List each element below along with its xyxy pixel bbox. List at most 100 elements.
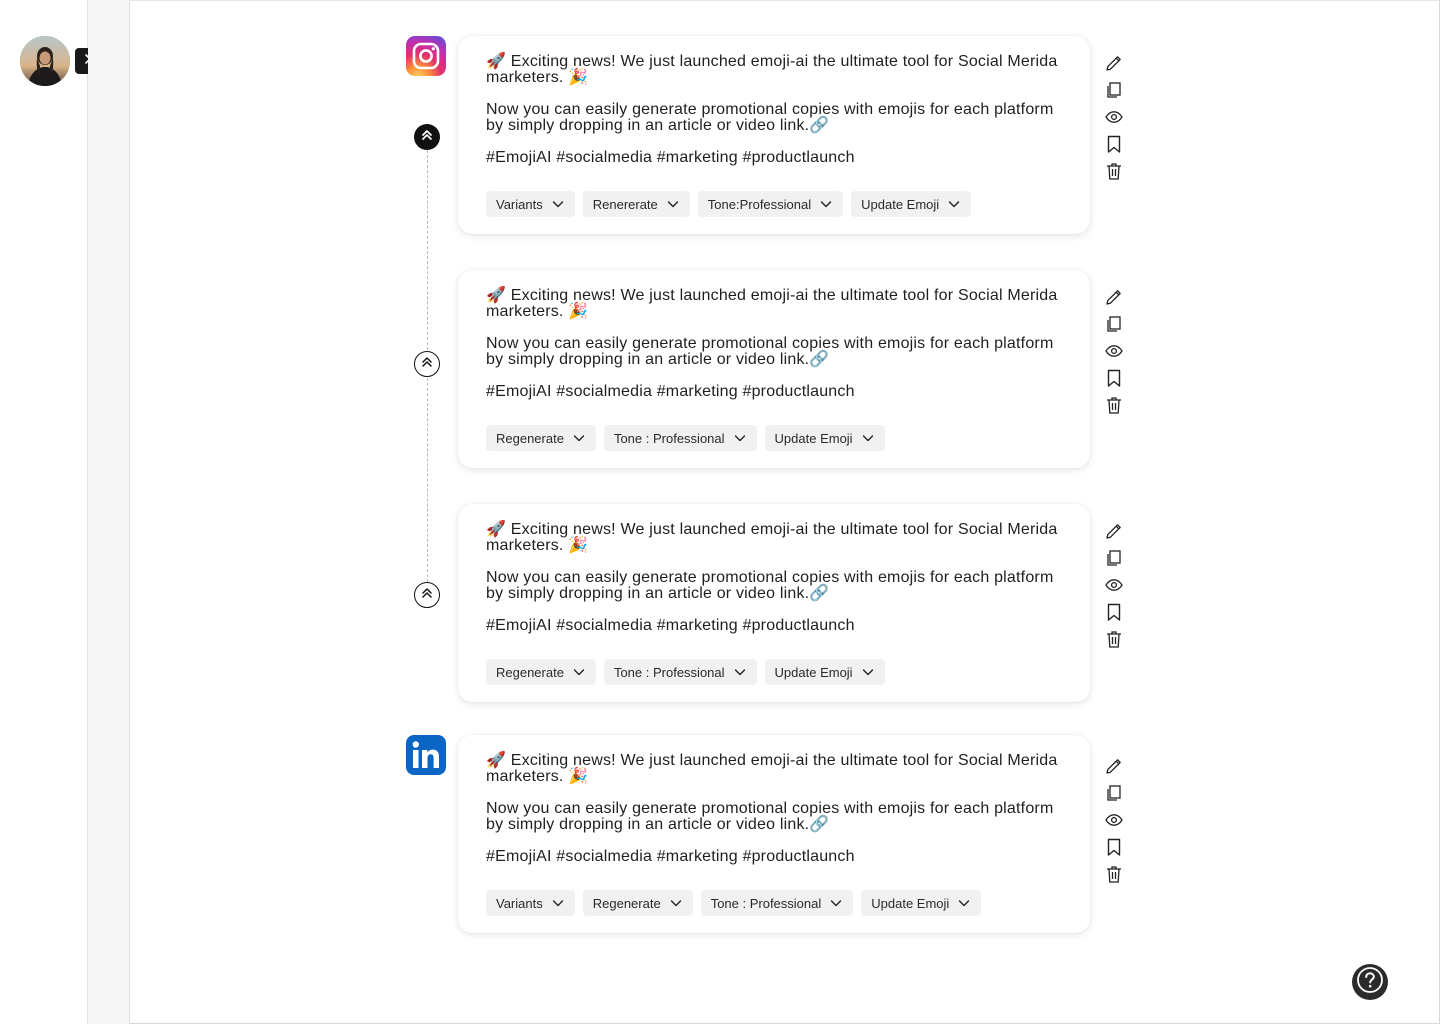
linkedin-icon xyxy=(406,735,446,775)
copy-button[interactable] xyxy=(1103,547,1125,569)
copy-icon xyxy=(1107,316,1121,332)
pencil-icon xyxy=(1106,524,1121,539)
preview-button[interactable] xyxy=(1103,809,1125,831)
delete-button[interactable] xyxy=(1103,628,1125,650)
trash-icon xyxy=(1107,631,1121,648)
trash-icon xyxy=(1107,866,1121,883)
help-button[interactable] xyxy=(1352,964,1388,1000)
bookmark-button[interactable] xyxy=(1103,133,1125,155)
preview-button[interactable] xyxy=(1103,340,1125,362)
update-emoji-dropdown[interactable]: Update Emoji xyxy=(764,425,885,451)
regenerate-dropdown[interactable]: Regenerate xyxy=(486,659,596,685)
chevron-down-icon xyxy=(948,201,960,208)
bookmark-button[interactable] xyxy=(1103,601,1125,623)
instagram-icon xyxy=(406,36,446,76)
delete-button[interactable] xyxy=(1103,863,1125,885)
collapse-variant-button[interactable] xyxy=(414,582,440,608)
regenerate-dropdown[interactable]: Regenerate xyxy=(582,890,693,916)
chevron-down-icon xyxy=(734,669,745,676)
regenerate-dropdown[interactable]: Renererate xyxy=(582,191,690,217)
tone-dropdown[interactable]: Tone:Professional xyxy=(697,191,844,217)
eye-icon xyxy=(1105,111,1123,123)
delete-button[interactable] xyxy=(1103,160,1125,182)
regenerate-dropdown[interactable]: Regenerate xyxy=(486,425,596,451)
post-actions xyxy=(1103,520,1125,655)
chevron-down-icon xyxy=(734,435,745,442)
post-card: 🚀 Exciting news! We just launched emoji-… xyxy=(458,36,1090,234)
avatar[interactable] xyxy=(20,36,70,86)
chevron-down-icon xyxy=(667,201,678,208)
chevron-down-icon xyxy=(831,900,842,907)
sidebar xyxy=(0,0,101,1024)
chevron-down-icon xyxy=(573,669,585,676)
timeline-connector xyxy=(427,150,428,350)
bookmark-button[interactable] xyxy=(1103,836,1125,858)
trash-icon xyxy=(1107,163,1121,180)
chip-label: Tone : Professional xyxy=(710,895,822,911)
variants-dropdown[interactable]: Variants xyxy=(486,890,575,916)
post-body: Now you can easily generate promotional … xyxy=(486,800,1054,833)
chip-label: Tone : Professional xyxy=(613,430,725,446)
chevron-down-icon xyxy=(573,435,585,442)
chevron-down-icon xyxy=(552,900,563,907)
edit-button[interactable] xyxy=(1103,520,1125,542)
post-actions xyxy=(1103,286,1125,421)
preview-button[interactable] xyxy=(1103,106,1125,128)
pencil-icon xyxy=(1106,56,1121,71)
chip-label: Update Emoji xyxy=(774,664,853,680)
collapse-variants-button[interactable] xyxy=(414,124,440,150)
edit-button[interactable] xyxy=(1103,755,1125,777)
preview-button[interactable] xyxy=(1103,574,1125,596)
chip-label: Renererate xyxy=(592,196,658,212)
post-card: 🚀 Exciting news! We just launched emoji-… xyxy=(458,270,1090,468)
bookmark-button[interactable] xyxy=(1103,367,1125,389)
edit-button[interactable] xyxy=(1103,52,1125,74)
chip-label: Variants xyxy=(496,196,543,212)
eye-icon xyxy=(1105,814,1123,826)
post-body: Now you can easily generate promotional … xyxy=(486,335,1054,368)
post-intro: 🚀 Exciting news! We just launched emoji-… xyxy=(486,752,1058,785)
chevron-down-icon xyxy=(820,201,832,208)
copy-button[interactable] xyxy=(1103,782,1125,804)
post-hashtags: #EmojiAI #socialmedia #marketing #produc… xyxy=(486,848,855,865)
post-body: Now you can easily generate promotional … xyxy=(486,569,1054,602)
edit-button[interactable] xyxy=(1103,286,1125,308)
delete-button[interactable] xyxy=(1103,394,1125,416)
bookmark-icon xyxy=(1107,838,1121,856)
chip-label: Update Emoji xyxy=(871,895,950,911)
chevron-down-icon xyxy=(959,900,970,907)
bookmark-icon xyxy=(1107,135,1121,153)
post-hashtags: #EmojiAI #socialmedia #marketing #produc… xyxy=(486,383,855,400)
bookmark-icon xyxy=(1107,603,1121,621)
chip-label: Update Emoji xyxy=(861,196,940,212)
chip-label: Regenerate xyxy=(496,664,564,680)
double-chevron-up-icon xyxy=(420,128,434,147)
update-emoji-dropdown[interactable]: Update Emoji xyxy=(851,191,972,217)
trash-icon xyxy=(1107,397,1121,414)
collapse-variant-button[interactable] xyxy=(414,351,440,377)
chevron-down-icon xyxy=(862,435,873,442)
tone-dropdown[interactable]: Tone : Professional xyxy=(603,659,757,685)
chip-label: Variants xyxy=(496,895,543,911)
post-actions xyxy=(1103,52,1125,187)
tone-dropdown[interactable]: Tone : Professional xyxy=(700,890,854,916)
post-body: Now you can easily generate promotional … xyxy=(486,101,1054,134)
copy-icon xyxy=(1107,550,1121,566)
post-card: 🚀 Exciting news! We just launched emoji-… xyxy=(458,504,1090,702)
double-chevron-up-icon xyxy=(420,355,434,374)
pencil-icon xyxy=(1106,759,1121,774)
chevron-down-icon xyxy=(670,900,681,907)
variants-dropdown[interactable]: Variants xyxy=(486,191,575,217)
update-emoji-dropdown[interactable]: Update Emoji xyxy=(861,890,982,916)
copy-button[interactable] xyxy=(1103,79,1125,101)
pencil-icon xyxy=(1106,290,1121,305)
post-hashtags: #EmojiAI #socialmedia #marketing #produc… xyxy=(486,617,855,634)
tone-dropdown[interactable]: Tone : Professional xyxy=(603,425,757,451)
chip-label: Regenerate xyxy=(592,895,661,911)
post-intro: 🚀 Exciting news! We just launched emoji-… xyxy=(486,53,1058,86)
chevron-down-icon xyxy=(552,201,563,208)
copy-button[interactable] xyxy=(1103,313,1125,335)
update-emoji-dropdown[interactable]: Update Emoji xyxy=(764,659,885,685)
post-card: 🚀 Exciting news! We just launched emoji-… xyxy=(458,735,1090,933)
copy-icon xyxy=(1107,785,1121,801)
